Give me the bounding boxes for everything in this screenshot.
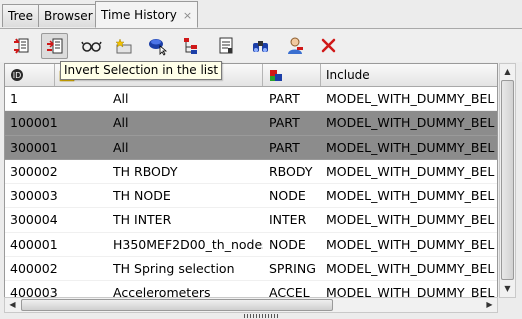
cell-type: SPRING: [269, 261, 316, 277]
cell-include: MODEL_WITH_DUMMY_BEL: [326, 163, 495, 179]
cell-type: ACCEL: [269, 285, 310, 298]
cell-id: 400003: [10, 285, 58, 298]
invert-selection-button[interactable]: [8, 33, 35, 59]
column-include-label: Include: [326, 68, 370, 82]
cell-include: MODEL_WITH_DUMMY_BEL: [326, 261, 495, 277]
cell-title: All: [113, 139, 129, 155]
cell-type: NODE: [269, 188, 306, 204]
time-history-table: ID Include 1 All PART MODEL_WITH_DUMMY_BEL 1…: [4, 63, 498, 298]
table-row[interactable]: 300003 TH NODE NODE MODEL_WITH_DUMMY_BEL: [5, 184, 497, 209]
cell-include: MODEL_WITH_DUMMY_BEL: [326, 285, 495, 298]
cell-type: PART: [269, 139, 300, 155]
tab-label: Tree: [8, 9, 34, 23]
invert-selection-list-button[interactable]: [41, 33, 68, 59]
scroll-down-icon[interactable]: ▼: [500, 281, 515, 297]
user-button[interactable]: [281, 33, 308, 59]
cell-title: TH INTER: [113, 212, 172, 228]
type-icon: [270, 70, 282, 81]
hierarchy-icon: [184, 38, 197, 54]
invert-selection-icon: [14, 38, 29, 54]
hierarchy-button[interactable]: [178, 33, 205, 59]
scroll-left-icon[interactable]: ◀: [5, 298, 20, 312]
scroll-up-icon[interactable]: ▲: [500, 64, 515, 80]
find-button[interactable]: [247, 33, 274, 59]
cell-id: 300001: [10, 139, 58, 155]
tab-label: Browser: [44, 9, 93, 23]
cell-title: TH NODE: [113, 188, 171, 204]
new-entity-button[interactable]: [110, 33, 137, 59]
table-row[interactable]: 400003 Accelerometers ACCEL MODEL_WITH_DUMM…: [5, 281, 497, 298]
delete-button[interactable]: [315, 33, 342, 59]
table-body: 1 All PART MODEL_WITH_DUMMY_BEL 100001 All PAR…: [5, 87, 497, 298]
tooltip: Invert Selection in the list: [60, 61, 223, 80]
cell-id: 400001: [10, 236, 58, 252]
table-row[interactable]: 300004 TH INTER INTER MODEL_WITH_DUMMY_BEL: [5, 208, 497, 233]
vertical-scroll-thumb[interactable]: [501, 80, 514, 280]
table-row[interactable]: 300001 All PART MODEL_WITH_DUMMY_BEL: [5, 135, 497, 160]
cell-title: All: [113, 91, 129, 106]
column-include[interactable]: Include: [321, 64, 497, 86]
id-icon: ID: [11, 69, 23, 81]
cell-id: 300002: [10, 163, 58, 179]
cell-include: MODEL_WITH_DUMMY_BEL: [326, 139, 495, 155]
tab-bar: Tree Browser Time History ×: [0, 0, 522, 29]
cell-title: H350MEF2D00_th_nodes: [113, 236, 263, 252]
table-row[interactable]: 1 All PART MODEL_WITH_DUMMY_BEL: [5, 87, 497, 112]
select-entity-button[interactable]: [144, 33, 171, 59]
cell-title: Accelerometers: [113, 285, 211, 298]
cell-title: TH RBODY: [113, 163, 178, 179]
column-id[interactable]: ID: [5, 64, 55, 86]
cell-type: NODE: [269, 236, 306, 252]
cell-include: MODEL_WITH_DUMMY_BEL: [326, 115, 495, 131]
tab-browser[interactable]: Browser: [38, 4, 99, 27]
info-icon: [219, 37, 233, 54]
cell-id: 300004: [10, 212, 58, 228]
cell-id: 400002: [10, 261, 58, 277]
close-tab-icon[interactable]: ×: [183, 9, 192, 22]
delete-icon: [321, 38, 336, 53]
column-type[interactable]: [263, 64, 321, 86]
table-row[interactable]: 400001 H350MEF2D00_th_nodes NODE MODEL_WITH…: [5, 233, 497, 258]
svg-text:ID: ID: [13, 71, 22, 80]
cell-type: RBODY: [269, 163, 313, 179]
cell-title: All: [113, 115, 129, 131]
new-entity-icon: [115, 38, 132, 54]
toolbar: [0, 29, 522, 62]
table-row[interactable]: 400002 TH Spring selection SPRING MODEL_WIT…: [5, 257, 497, 282]
invert-selection-list-icon: [47, 38, 63, 54]
resize-grip-icon[interactable]: [244, 314, 278, 318]
cell-type: PART: [269, 91, 300, 106]
cell-id: 1: [10, 91, 18, 106]
cell-include: MODEL_WITH_DUMMY_BEL: [326, 212, 495, 228]
cell-include: MODEL_WITH_DUMMY_BEL: [326, 236, 495, 252]
cell-id: 300003: [10, 188, 58, 204]
tab-tree[interactable]: Tree: [2, 4, 40, 27]
vertical-scrollbar[interactable]: ▲ ▼: [499, 63, 516, 298]
table-row[interactable]: 100001 All PART MODEL_WITH_DUMMY_BEL: [5, 111, 497, 136]
cell-type: INTER: [269, 212, 307, 228]
select-entity-icon: [149, 39, 168, 56]
info-button[interactable]: [212, 33, 239, 59]
horizontal-scrollbar[interactable]: ◀ ▶: [4, 297, 498, 313]
cell-include: MODEL_WITH_DUMMY_BEL: [326, 188, 495, 204]
cell-include: MODEL_WITH_DUMMY_BEL: [326, 91, 495, 106]
scroll-right-icon[interactable]: ▶: [482, 298, 497, 312]
review-button[interactable]: [77, 33, 104, 59]
cell-type: PART: [269, 115, 300, 131]
tab-time-history[interactable]: Time History ×: [95, 1, 199, 28]
cell-title: TH Spring selection: [113, 261, 235, 277]
user-icon: [288, 37, 303, 54]
binoculars-icon: [253, 41, 268, 52]
glasses-icon: [81, 41, 102, 52]
tab-label: Time History: [101, 8, 177, 22]
cell-id: 100001: [10, 115, 58, 131]
horizontal-scroll-thumb[interactable]: [21, 299, 333, 311]
table-row[interactable]: 300002 TH RBODY RBODY MODEL_WITH_DUMMY_BEL: [5, 160, 497, 185]
